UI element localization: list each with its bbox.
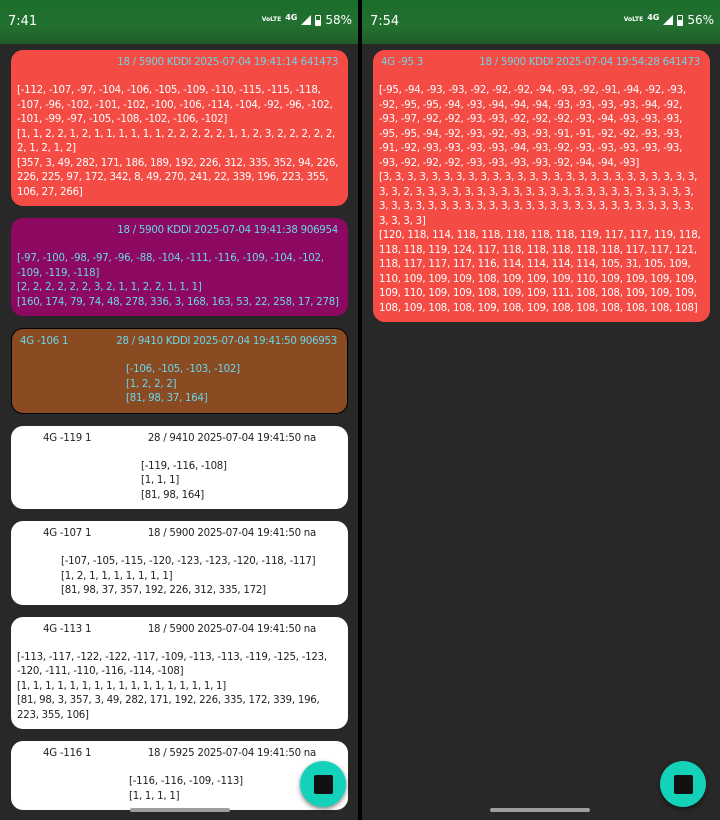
status-bar: 7:41 VoLTE 4G 58%: [0, 0, 358, 44]
right-phone-screen: 7:54 VoLTE 4G 56% 4G -95 3 18 / 5900 KDDI…: [362, 0, 720, 820]
cell-measurement-card[interactable]: 4G -106 1 28 / 9410 KDDI 2025-07-04 19:41…: [11, 328, 348, 414]
card-header: 4G -106 1 28 / 9410 KDDI 2025-07-04 19:41…: [18, 335, 341, 351]
cell-measurement-card[interactable]: 18 / 5900 KDDI 2025-07-04 19:41:38 90695…: [11, 218, 348, 316]
band-earfcn-timestamp: 18 / 5900 2025-07-04 19:41:50 na: [147, 528, 316, 539]
status-time: 7:41: [8, 14, 38, 29]
cell-measurement-card[interactable]: 4G -119 1 28 / 9410 2025-07-04 19:41:50 n…: [11, 425, 348, 509]
list-cnt: [3, 3, 3, 3, 3, 3, 3, 3, 3, 3, 3, 3, 3, …: [379, 172, 698, 227]
cell-measurement-card[interactable]: 4G -116 1 18 / 5925 2025-07-04 19:41:50 n…: [11, 741, 348, 810]
serving-cell-summary: 4G -116 1: [43, 748, 92, 759]
list-rsrp: [-113, -117, -122, -122, -117, -109, -11…: [17, 651, 327, 678]
serving-cell-summary: 4G -95 3: [381, 57, 423, 68]
serving-cell-summary: 4G -119 1: [43, 432, 92, 444]
status-icons: VoLTE 4G 58%: [261, 12, 352, 28]
network-type-label: 4G: [647, 12, 660, 22]
list-rsrp: [-112, -107, -97, -104, -106, -105, -109…: [17, 85, 333, 125]
band-earfcn-timestamp: 28 / 9410 KDDI 2025-07-04 19:41:50 90695…: [116, 336, 337, 347]
band-earfcn-timestamp: 28 / 9410 2025-07-04 19:41:50 na: [147, 432, 316, 444]
card-body: [-116, -116, -109, -113] [1, 1, 1, 1]: [17, 775, 342, 804]
list-cnt: [2, 2, 2, 2, 2, 2, 3, 2, 1, 1, 2, 2, 1, …: [17, 282, 202, 293]
measurement-feed[interactable]: 4G -95 3 18 / 5900 KDDI 2025-07-04 19:54:…: [373, 50, 710, 334]
signal-icon: [663, 15, 674, 25]
gesture-nav-bar[interactable]: [130, 808, 230, 812]
cell-measurement-card[interactable]: 4G -107 1 18 / 5900 2025-07-04 19:41:50 n…: [11, 521, 348, 605]
card-header: 18 / 5900 KDDI 2025-07-04 19:41:38 90695…: [17, 224, 342, 240]
list-cnt: [1, 1, 1, 1, 1, 1, 1, 1, 1, 1, 1, 1, 1, …: [17, 680, 227, 692]
band-earfcn-timestamp: 18 / 5925 2025-07-04 19:41:50 na: [147, 748, 316, 759]
card-header: 4G -113 1 18 / 5900 2025-07-04 19:41:50 n…: [17, 623, 342, 639]
measurement-feed[interactable]: 18 / 5900 KDDI 2025-07-04 19:41:14 64147…: [11, 50, 348, 820]
battery-percent: 58%: [325, 13, 352, 27]
serving-cell-summary: 4G -107 1: [43, 528, 92, 539]
battery-icon: [315, 14, 322, 26]
gesture-nav-bar[interactable]: [490, 808, 590, 812]
card-body: [-97, -100, -98, -97, -96, -88, -104, -1…: [17, 252, 342, 310]
status-time: 7:54: [370, 14, 400, 29]
card-body: [-107, -105, -115, -120, -123, -123, -12…: [17, 555, 342, 599]
cell-measurement-card[interactable]: 4G -113 1 18 / 5900 2025-07-04 19:41:50 n…: [11, 616, 348, 729]
cell-measurement-card[interactable]: 4G -95 3 18 / 5900 KDDI 2025-07-04 19:54:…: [373, 50, 710, 322]
card-body: [-95, -94, -93, -93, -92, -92, -92, -94,…: [379, 84, 704, 316]
card-header: 4G -116 1 18 / 5925 2025-07-04 19:41:50 n…: [17, 747, 342, 763]
list-pci: [81, 98, 164]: [141, 489, 205, 501]
card-header: 18 / 5900 KDDI 2025-07-04 19:41:14 64147…: [17, 56, 342, 72]
serving-cell-summary: 4G -113 1: [43, 623, 92, 635]
list-rsrp: [-106, -105, -103, -102]: [126, 364, 240, 375]
battery-percent: 56%: [687, 13, 714, 27]
card-header: 4G -119 1 28 / 9410 2025-07-04 19:41:50 n…: [17, 432, 342, 448]
card-body: [-119, -116, -108] [1, 1, 1] [81, 98, 164]: [17, 460, 342, 504]
list-pci: [120, 118, 114, 118, 118, 118, 118, 118,…: [379, 230, 701, 314]
list-pci: [81, 98, 3, 357, 3, 49, 282, 171, 192, 2…: [17, 695, 320, 721]
card-body: [-112, -107, -97, -104, -106, -105, -109…: [17, 84, 342, 200]
network-type-label: 4G: [285, 12, 298, 22]
card-body: [-106, -105, -103, -102] [1, 2, 2, 2] [81,…: [18, 363, 341, 407]
list-cnt: [1, 1, 1]: [141, 475, 180, 486]
list-rsrp: [-97, -100, -98, -97, -96, -88, -104, -1…: [17, 253, 324, 279]
list-cnt: [1, 2, 2, 2]: [126, 378, 177, 390]
band-earfcn-timestamp: 18 / 5900 KDDI 2025-07-04 19:41:38 90695…: [117, 225, 338, 236]
list-pci: [357, 3, 49, 282, 171, 186, 189, 192, 22…: [17, 157, 339, 198]
status-icons: VoLTE 4G 56%: [623, 12, 714, 28]
volte-icon: VoLTE: [261, 16, 282, 23]
card-header: 4G -107 1 18 / 5900 2025-07-04 19:41:50 n…: [17, 527, 342, 543]
list-rsrp: [-119, -116, -108]: [141, 460, 227, 472]
list-pci: [81, 98, 37, 357, 192, 226, 312, 335, 17…: [61, 585, 266, 596]
status-bar: 7:54 VoLTE 4G 56%: [362, 0, 720, 44]
serving-cell-summary: 4G -106 1: [20, 336, 69, 347]
band-earfcn-timestamp: 18 / 5900 KDDI 2025-07-04 19:41:14 64147…: [117, 57, 338, 68]
volte-icon: VoLTE: [623, 16, 644, 23]
stop-icon: [314, 775, 333, 794]
list-cnt: [1, 2, 1, 1, 1, 1, 1, 1, 1]: [61, 570, 173, 582]
band-earfcn-timestamp: 18 / 5900 2025-07-04 19:41:50 na: [147, 623, 316, 635]
list-pci: [81, 98, 37, 164]: [126, 393, 208, 404]
band-earfcn-timestamp: 18 / 5900 KDDI 2025-07-04 19:54:28 64147…: [479, 57, 700, 68]
cell-measurement-card[interactable]: 18 / 5900 KDDI 2025-07-04 19:41:14 64147…: [11, 50, 348, 206]
stop-icon: [674, 775, 693, 794]
list-rsrp: [-107, -105, -115, -120, -123, -123, -12…: [61, 556, 316, 567]
left-phone-screen: 7:41 VoLTE 4G 58% 18 / 5900 KDDI 2025-07…: [0, 0, 358, 820]
signal-icon: [301, 15, 312, 25]
card-header: 4G -95 3 18 / 5900 KDDI 2025-07-04 19:54:…: [379, 56, 704, 72]
stop-button[interactable]: [660, 761, 706, 807]
list-pci: [160, 174, 79, 74, 48, 278, 336, 3, 168,…: [17, 296, 339, 308]
stop-button[interactable]: [300, 761, 346, 807]
card-body: [-113, -117, -122, -122, -117, -109, -11…: [17, 651, 342, 724]
battery-icon: [677, 14, 684, 26]
list-cnt: [1, 1, 2, 2, 1, 2, 1, 1, 1, 1, 1, 1, 2, …: [17, 128, 336, 155]
list-rsrp: [-95, -94, -93, -93, -92, -92, -92, -94,…: [379, 85, 686, 169]
